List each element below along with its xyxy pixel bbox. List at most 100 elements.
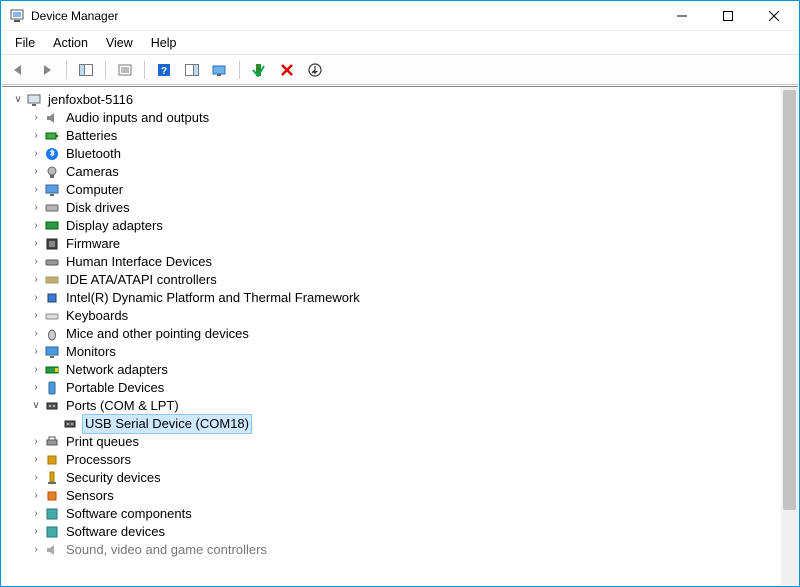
expand-icon[interactable]: › [30,181,42,199]
tree-item-sensors[interactable]: › Sensors [30,487,798,505]
tree-item-batteries[interactable]: › Batteries [30,127,798,145]
expand-icon[interactable]: › [30,451,42,469]
menu-action[interactable]: Action [45,34,96,52]
tree-item-mice[interactable]: › Mice and other pointing devices [30,325,798,343]
tree-item-label: Mice and other pointing devices [64,325,251,343]
tree-item-processors[interactable]: › Processors [30,451,798,469]
tree-item-label: Software devices [64,523,167,541]
tree-item-printq[interactable]: › Print queues [30,433,798,451]
expand-icon[interactable]: › [30,217,42,235]
scrollbar-thumb[interactable] [783,90,796,510]
tree-item-label: Bluetooth [64,145,123,163]
tree-item-label: Processors [64,451,133,469]
tree-item-swcomp[interactable]: › Software components [30,505,798,523]
help-button[interactable]: ? [152,59,176,81]
tree-item-label: Cameras [64,163,121,181]
expand-icon[interactable]: › [30,307,42,325]
back-button[interactable] [7,59,31,81]
tree-item-computer[interactable]: › Computer [30,181,798,199]
uninstall-device-button[interactable] [275,59,299,81]
tree-item-network[interactable]: › Network adapters [30,361,798,379]
tree-item-keyboards[interactable]: › Keyboards [30,307,798,325]
tree-item-hid[interactable]: › Human Interface Devices [30,253,798,271]
tree-item-swdev[interactable]: › Software devices [30,523,798,541]
close-button[interactable] [751,1,797,31]
tree-item-label: Intel(R) Dynamic Platform and Thermal Fr… [64,289,362,307]
svg-text:?: ? [161,66,167,77]
sensor-icon [44,488,60,504]
tree-item-disk[interactable]: › Disk drives [30,199,798,217]
expand-icon[interactable]: › [30,289,42,307]
toolbar-separator [239,61,240,79]
expand-icon[interactable]: › [30,523,42,541]
tree-item-label: Firmware [64,235,122,253]
show-hide-tree-button[interactable] [74,59,98,81]
tree-item-display[interactable]: › Display adapters [30,217,798,235]
tree-root[interactable]: ∨ jenfoxbot-5116 [12,91,798,109]
forward-button[interactable] [35,59,59,81]
scan-hardware-button[interactable] [208,59,232,81]
tree-item-intel[interactable]: › Intel(R) Dynamic Platform and Thermal … [30,289,798,307]
expand-icon[interactable]: › [30,127,42,145]
tree-item-label: Ports (COM & LPT) [64,397,181,415]
speaker-icon [44,110,60,126]
tree-item-security[interactable]: › Security devices [30,469,798,487]
port-icon [44,398,60,414]
expand-icon[interactable]: › [30,145,42,163]
update-driver-button[interactable] [303,59,327,81]
menu-help[interactable]: Help [143,34,185,52]
tree-item-ide[interactable]: › IDE ATA/ATAPI controllers [30,271,798,289]
expand-icon[interactable]: › [30,487,42,505]
tree-item-cameras[interactable]: › Cameras [30,163,798,181]
toolbar-separator [66,61,67,79]
expand-icon[interactable]: › [30,379,42,397]
collapse-icon[interactable]: ∨ [12,91,24,109]
expand-icon[interactable]: › [30,433,42,451]
tree-item-label: Audio inputs and outputs [64,109,211,127]
tree-item-usb-serial[interactable]: USB Serial Device (COM18) [48,415,798,433]
software-icon [44,524,60,540]
tree-item-label: Computer [64,181,125,199]
menu-file[interactable]: File [7,34,43,52]
cpu-icon [44,452,60,468]
expand-icon[interactable]: › [30,505,42,523]
tree-item-monitors[interactable]: › Monitors [30,343,798,361]
expand-icon[interactable]: › [30,541,42,559]
tree-item-label: Network adapters [64,361,170,379]
tree-item-label: USB Serial Device (COM18) [82,414,252,434]
tree-item-sound[interactable]: › Sound, video and game controllers [30,541,798,559]
firmware-icon [44,236,60,252]
device-tree-pane: ∨ jenfoxbot-5116 › Audio inputs and outp… [2,86,798,585]
keyboard-icon [44,308,60,324]
device-tree[interactable]: ∨ jenfoxbot-5116 › Audio inputs and outp… [2,87,798,585]
expand-icon[interactable]: › [30,163,42,181]
expand-icon[interactable]: › [30,109,42,127]
tree-item-audio[interactable]: › Audio inputs and outputs [30,109,798,127]
properties-button[interactable] [113,59,137,81]
collapse-icon[interactable]: ∨ [30,397,42,415]
expand-icon[interactable]: › [30,343,42,361]
enable-device-button[interactable] [247,59,271,81]
tree-item-bluetooth[interactable]: › Bluetooth [30,145,798,163]
expand-icon[interactable]: › [30,361,42,379]
expand-icon[interactable]: › [30,271,42,289]
tree-item-label: Keyboards [64,307,130,325]
expand-icon[interactable]: › [30,469,42,487]
expand-icon[interactable]: › [30,235,42,253]
action-pane-button[interactable] [180,59,204,81]
expand-icon[interactable]: › [30,253,42,271]
expand-icon[interactable]: › [30,325,42,343]
tree-item-portable[interactable]: › Portable Devices [30,379,798,397]
expand-icon[interactable]: › [30,199,42,217]
menu-view[interactable]: View [98,34,141,52]
tree-item-firmware[interactable]: › Firmware [30,235,798,253]
tree-item-label: Sound, video and game controllers [64,541,269,559]
maximize-button[interactable] [705,1,751,31]
tree-item-label: IDE ATA/ATAPI controllers [64,271,219,289]
port-icon [62,416,78,432]
ide-icon [44,272,60,288]
tree-item-ports[interactable]: ∨ Ports (COM & LPT) [30,397,798,415]
minimize-button[interactable] [659,1,705,31]
display-adapter-icon [44,218,60,234]
vertical-scrollbar[interactable] [781,87,798,585]
